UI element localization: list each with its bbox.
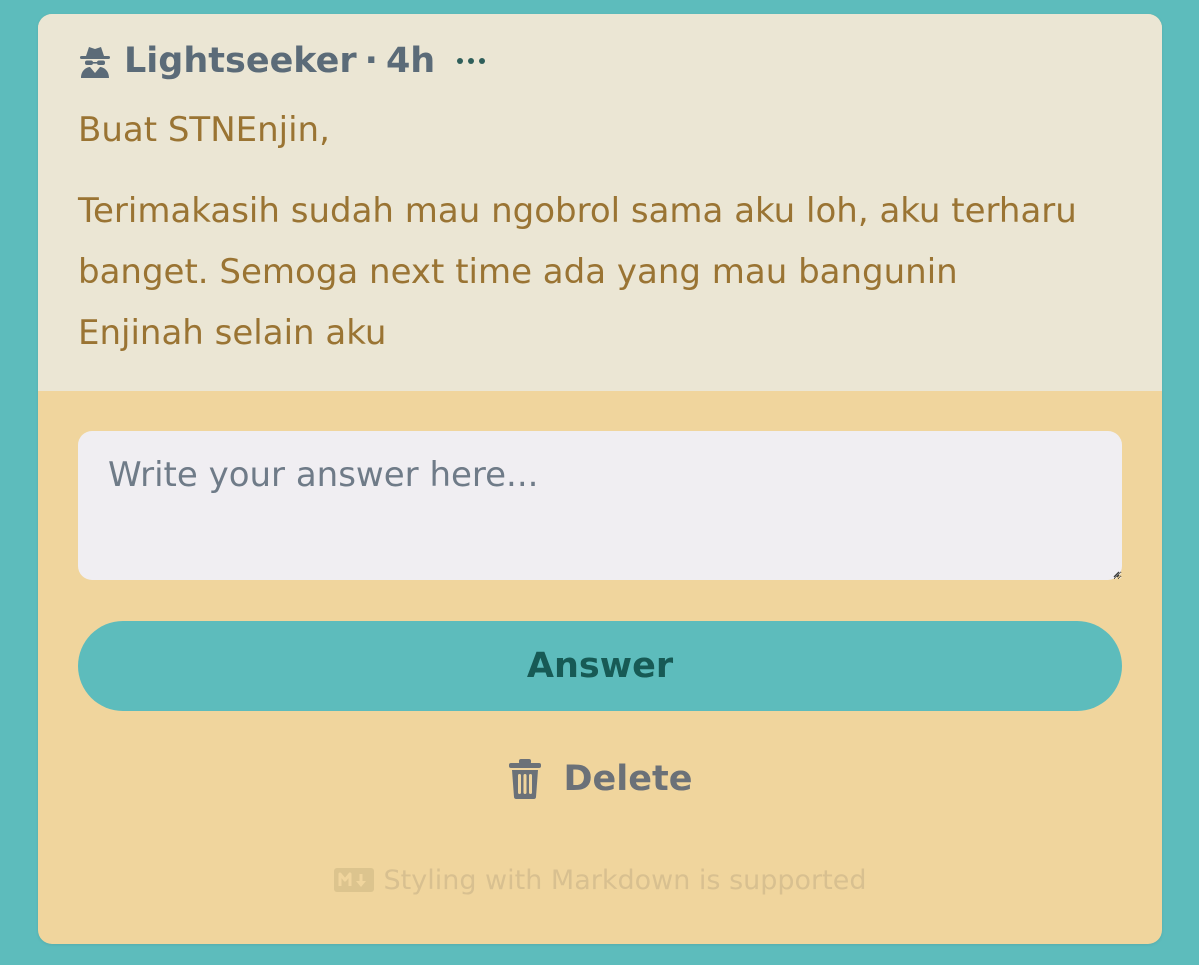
post-time: 4h bbox=[385, 41, 436, 81]
question-greeting: Buat STNEnjin, bbox=[78, 110, 330, 150]
trash-icon bbox=[508, 759, 541, 799]
question-card: Lightseeker · 4h Buat STNEnjin, Terimaka… bbox=[38, 14, 1162, 944]
question-message: Terimakasih sudah mau ngobrol sama aku l… bbox=[78, 191, 1077, 353]
question-header: Lightseeker · 4h bbox=[78, 38, 486, 84]
answer-input[interactable] bbox=[78, 431, 1122, 580]
delete-button-label: Delete bbox=[563, 759, 693, 799]
question-body: Buat STNEnjin, Terimakasih sudah mau ngo… bbox=[78, 100, 1078, 364]
meta-separator: · bbox=[364, 41, 378, 81]
ellipsis-icon[interactable] bbox=[457, 44, 486, 78]
markdown-icon bbox=[333, 868, 374, 892]
delete-button[interactable]: Delete bbox=[38, 754, 1162, 804]
resize-grip-icon[interactable] bbox=[1113, 571, 1120, 578]
answer-button[interactable]: Answer bbox=[78, 621, 1122, 711]
markdown-note-text: Styling with Markdown is supported bbox=[383, 864, 867, 896]
incognito-spy-icon bbox=[80, 47, 110, 78]
answer-button-label: Answer bbox=[526, 646, 674, 686]
author-name[interactable]: Lightseeker bbox=[124, 41, 357, 81]
question-section: Lightseeker · 4h Buat STNEnjin, Terimaka… bbox=[38, 14, 1162, 391]
markdown-note: Styling with Markdown is supported bbox=[38, 860, 1162, 900]
